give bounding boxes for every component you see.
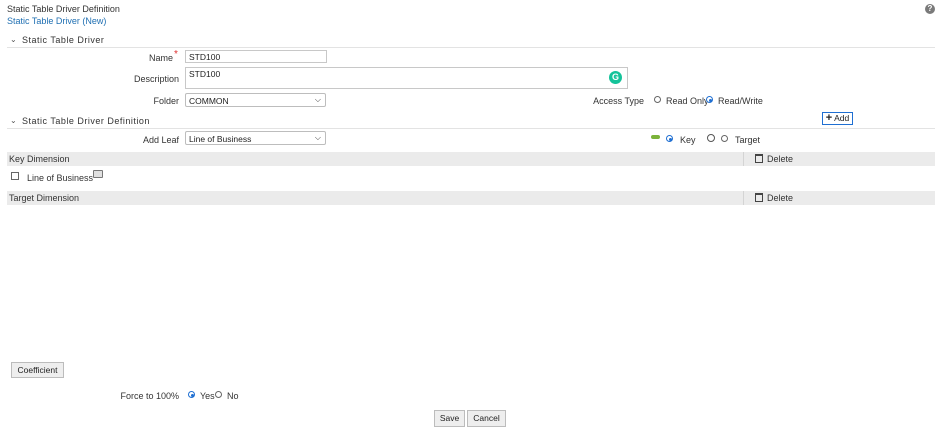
plus-icon: +: [825, 112, 833, 124]
access-read-only-radio[interactable]: [654, 96, 661, 103]
key-dimension-title: Key Dimension: [9, 154, 70, 164]
key-dimension-delete-button[interactable]: Delete: [755, 154, 793, 164]
description-field[interactable]: STD100 G: [185, 67, 628, 89]
required-marker: *: [174, 49, 178, 60]
column-divider: [743, 152, 744, 166]
add-leaf-select[interactable]: Line of Business ⌵: [185, 131, 326, 145]
force-no-radio[interactable]: [215, 391, 222, 398]
cancel-button[interactable]: Cancel: [467, 410, 506, 427]
trash-icon: [755, 154, 763, 163]
description-label: Description: [133, 74, 179, 84]
chevron-down-icon[interactable]: ⌄: [10, 116, 17, 125]
target-dimension-title: Target Dimension: [9, 193, 80, 203]
chevron-down-icon: ⌵: [314, 133, 321, 142]
leaf-target-label: Target: [735, 135, 761, 145]
trash-icon: [755, 193, 763, 202]
save-button[interactable]: Save: [434, 410, 465, 427]
key-dimension-item-label: Line of Business: [27, 173, 94, 183]
hierarchy-browser-icon[interactable]: [93, 170, 103, 178]
chevron-down-icon[interactable]: ⌄: [10, 35, 17, 44]
folder-select-value: COMMON: [189, 96, 229, 106]
column-divider: [743, 191, 744, 205]
add-leaf-select-value: Line of Business: [189, 134, 252, 144]
chevron-down-icon: ⌵: [314, 95, 321, 104]
folder-label: Folder: [153, 96, 179, 106]
access-read-write-label: Read/Write: [718, 96, 763, 106]
name-field[interactable]: STD100: [185, 50, 327, 63]
target-dimension-header: Target Dimension Delete: [7, 191, 935, 205]
section-static-table-driver-definition[interactable]: ⌄ Static Table Driver Definition: [7, 116, 935, 129]
target-dimension-delete-button[interactable]: Delete: [755, 193, 793, 203]
access-read-only-label: Read Only: [666, 96, 709, 106]
leaf-key-radio[interactable]: [666, 135, 673, 142]
force-label: Force to 100%: [120, 391, 179, 401]
key-dimension-row-checkbox[interactable]: [11, 172, 19, 180]
leaf-key-label: Key: [680, 135, 696, 145]
key-dimension-header: Key Dimension Delete: [7, 152, 935, 166]
folder-select[interactable]: COMMON ⌵: [185, 93, 326, 107]
access-type-label: Access Type: [593, 96, 644, 106]
add-button[interactable]: + Add: [822, 112, 853, 125]
section-static-table-driver[interactable]: ⌄ Static Table Driver: [7, 35, 935, 48]
leaf-target-radio[interactable]: [721, 135, 728, 142]
force-yes-radio[interactable]: [188, 391, 195, 398]
target-icon: [707, 134, 715, 142]
coefficient-button[interactable]: Coefficient: [11, 362, 64, 378]
force-no-label: No: [227, 391, 239, 401]
description-value: STD100: [189, 69, 221, 79]
section-title: Static Table Driver Definition: [22, 116, 150, 126]
grammarly-icon[interactable]: G: [609, 71, 622, 84]
section-title: Static Table Driver: [22, 35, 105, 45]
breadcrumb[interactable]: Static Table Driver (New): [7, 16, 106, 26]
key-icon: [651, 135, 660, 139]
add-leaf-label: Add Leaf: [142, 135, 179, 145]
name-label: Name: [148, 53, 173, 63]
help-icon[interactable]: ?: [925, 4, 935, 14]
access-read-write-radio[interactable]: [706, 96, 713, 103]
force-yes-label: Yes: [200, 391, 215, 401]
page-title: Static Table Driver Definition: [7, 4, 120, 14]
